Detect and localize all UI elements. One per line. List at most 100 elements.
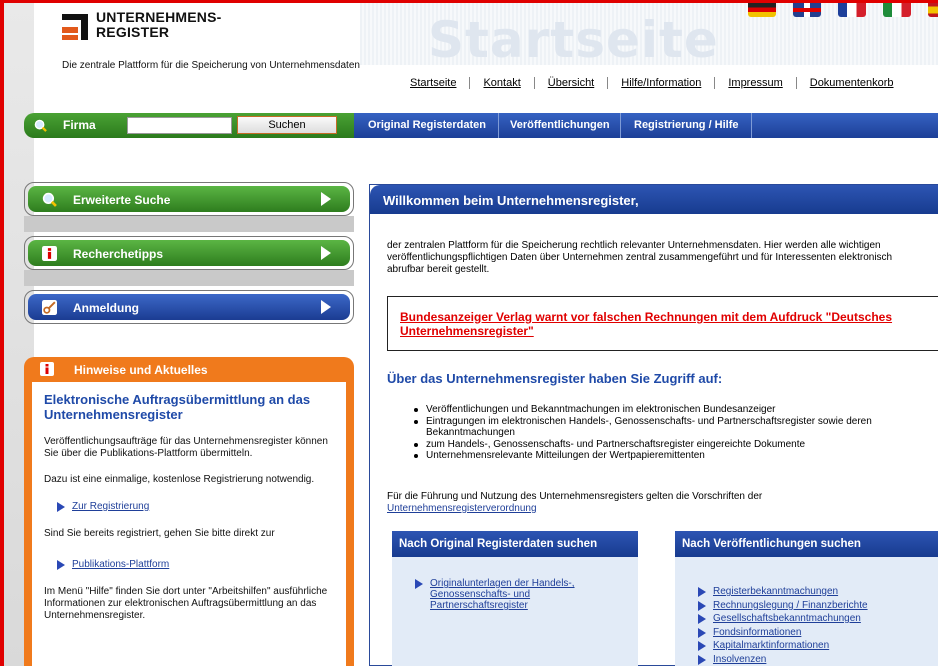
search-input[interactable]: [127, 117, 232, 134]
sidebar-item-anmeldung[interactable]: Anmeldung: [24, 290, 354, 324]
arrow-right-icon: [698, 654, 706, 665]
top-nav: Startseite Kontakt Übersicht Hilfe/Infor…: [410, 77, 907, 89]
publications-links: Registerbekanntmachungen Rechnungslegung…: [675, 557, 938, 665]
arrow-right-icon: [415, 579, 423, 589]
main-nav-divider: [620, 113, 621, 138]
arrow-right-icon: [698, 600, 706, 611]
fondsinformationen-link[interactable]: Fondsinformationen: [713, 627, 801, 638]
hinweise-title: Hinweise und Aktuelles: [74, 363, 208, 377]
hinweise-body: Elektronische Auftragsübermittlung an da…: [32, 382, 346, 666]
arrow-right-icon: [698, 627, 706, 638]
warning-link[interactable]: Bundesanzeiger Verlag warnt vor falschen…: [400, 310, 892, 338]
uk-flag-icon[interactable]: [793, 3, 821, 17]
zugriff-list: Veröffentlichungen und Bekanntmachungen …: [414, 404, 929, 462]
search-icon: [42, 192, 57, 207]
main-nav-registrierung[interactable]: Registrierung / Hilfe: [634, 119, 739, 131]
arrow-right-icon: [57, 501, 65, 512]
arrow-right-icon: [321, 300, 331, 314]
welcome-heading: Willkommen beim Unternehmensregister,: [370, 185, 938, 214]
logo-line2: REGISTER: [96, 24, 170, 40]
arrow-right-icon: [321, 192, 331, 206]
logo-line1: UNTERNEHMENS-: [96, 9, 222, 25]
italian-flag-icon[interactable]: [883, 3, 911, 17]
sidebar-item-label: Recherchetipps: [73, 247, 164, 261]
main-nav-divider: [498, 113, 499, 138]
nav-startseite[interactable]: Startseite: [410, 77, 469, 89]
registrierung-link-row: Zur Registrierung: [44, 501, 336, 512]
arrow-right-icon: [321, 246, 331, 260]
search-label: Firma: [63, 118, 96, 132]
publikations-plattform-link[interactable]: Publikations-Plattform: [72, 559, 169, 570]
tagline: Die zentrale Plattform für die Speicheru…: [62, 60, 360, 71]
main-nav-veroeffentlichungen[interactable]: Veröffentlichungen: [510, 119, 610, 131]
rechnungslegung-link[interactable]: Rechnungslegung / Finanzberichte: [713, 600, 868, 611]
sidebar-item-erweiterte-suche[interactable]: Erweiterte Suche: [24, 182, 354, 216]
zugriff-heading: Über das Unternehmensregister haben Sie …: [387, 371, 723, 386]
arrow-right-icon: [698, 614, 706, 624]
list-item: Veröffentlichungen und Bekanntmachungen …: [414, 404, 929, 416]
original-box-title: Nach Original Registerdaten suchen: [392, 531, 638, 557]
language-flags: [748, 3, 938, 17]
arrow-right-icon: [57, 559, 65, 570]
login-key-icon: [42, 300, 57, 315]
logo[interactable]: UNTERNEHMENS- REGISTER: [62, 10, 242, 50]
sidebar-item-label: Erweiterte Suche: [73, 193, 171, 207]
spanish-flag-icon[interactable]: [928, 3, 938, 17]
original-links: Originalunterlagen der Handels-, Genosse…: [392, 557, 592, 611]
logo-text: UNTERNEHMENS- REGISTER: [96, 10, 222, 40]
list-item: Unternehmensrelevante Mitteilungen der W…: [414, 450, 929, 462]
rules-text: Für die Führung und Nutzung des Unterneh…: [387, 491, 927, 515]
french-flag-icon[interactable]: [838, 3, 866, 17]
publications-box-title: Nach Veröffentlichungen suchen: [675, 531, 938, 557]
rules-sentence: Für die Führung und Nutzung des Unterneh…: [387, 491, 763, 502]
list-item: Originalunterlagen der Handels-, Genosse…: [415, 578, 592, 611]
german-flag-icon[interactable]: [748, 3, 776, 17]
hinweise-text: Dazu ist eine einmalige, kostenlose Regi…: [44, 474, 315, 485]
list-item: Insolvenzen: [698, 654, 938, 665]
nav-hilfe[interactable]: Hilfe/Information: [607, 77, 714, 89]
originalunterlagen-link[interactable]: Originalunterlagen der Handels-, Genosse…: [430, 578, 592, 611]
hinweise-text: Veröffentlichungsaufträge für das Untern…: [44, 436, 328, 459]
logo-mark-icon: [62, 14, 88, 40]
gesellschaftsbekanntmachungen-link[interactable]: Gesellschaftsbekanntmachungen: [713, 613, 861, 624]
kapitalmarktinformationen-link[interactable]: Kapitalmarktinformationen: [713, 640, 829, 651]
search-bar: Firma Suchen: [24, 113, 354, 138]
main-nav-divider: [751, 113, 752, 138]
sidebar-item-recherchetipps[interactable]: Recherchetipps: [24, 236, 354, 270]
search-button[interactable]: Suchen: [237, 116, 337, 134]
publikations-link-row: Publikations-Plattform: [44, 559, 336, 570]
hinweise-heading: Elektronische Auftragsübermittlung an da…: [44, 392, 311, 422]
info-icon: [42, 246, 57, 261]
list-item: Fondsinformationen: [698, 627, 938, 638]
sidebar-item-label: Anmeldung: [73, 301, 139, 315]
nav-impressum[interactable]: Impressum: [714, 77, 795, 89]
verordnung-link[interactable]: Unternehmensregisterverordnung: [387, 503, 537, 514]
page-title: Startseite: [428, 11, 719, 69]
sidebar-divider: [24, 270, 354, 286]
insolvenzen-link[interactable]: Insolvenzen: [713, 654, 766, 665]
arrow-right-icon: [698, 641, 706, 651]
hinweise-text: Sind Sie bereits registriert, gehen Sie …: [44, 528, 275, 539]
hinweise-panel: Hinweise und Aktuelles Elektronische Auf…: [24, 357, 354, 666]
main-nav: Original Registerdaten Veröffentlichunge…: [354, 113, 938, 138]
registerbekanntmachungen-link[interactable]: Registerbekanntmachungen: [713, 586, 838, 597]
hinweise-header: Hinweise und Aktuelles: [24, 357, 354, 381]
search-icon: [34, 119, 47, 132]
arrow-right-icon: [698, 587, 706, 597]
intro-text: der zentralen Plattform für die Speicher…: [387, 240, 893, 275]
list-item: Registerbekanntmachungen: [698, 586, 938, 597]
list-item: Kapitalmarktinformationen: [698, 640, 938, 651]
main-nav-original[interactable]: Original Registerdaten: [368, 119, 486, 131]
nav-kontakt[interactable]: Kontakt: [469, 77, 533, 89]
nav-dokumentenkorb[interactable]: Dokumentenkorb: [795, 77, 907, 89]
nav-uebersicht[interactable]: Übersicht: [533, 77, 607, 89]
list-item: zum Handels-, Genossenschafts- und Partn…: [414, 439, 929, 451]
info-icon: [40, 362, 54, 376]
list-item: Gesellschaftsbekanntmachungen: [698, 613, 938, 624]
zur-registrierung-link[interactable]: Zur Registrierung: [72, 501, 149, 512]
list-item: Eintragungen im elektronischen Handels-,…: [414, 416, 929, 439]
publications-search-box: Nach Veröffentlichungen suchen Registerb…: [675, 531, 938, 666]
warning-box: Bundesanzeiger Verlag warnt vor falschen…: [387, 296, 938, 351]
original-search-box: Nach Original Registerdaten suchen Origi…: [392, 531, 638, 666]
main-content: Willkommen beim Unternehmensregister, de…: [369, 184, 938, 666]
